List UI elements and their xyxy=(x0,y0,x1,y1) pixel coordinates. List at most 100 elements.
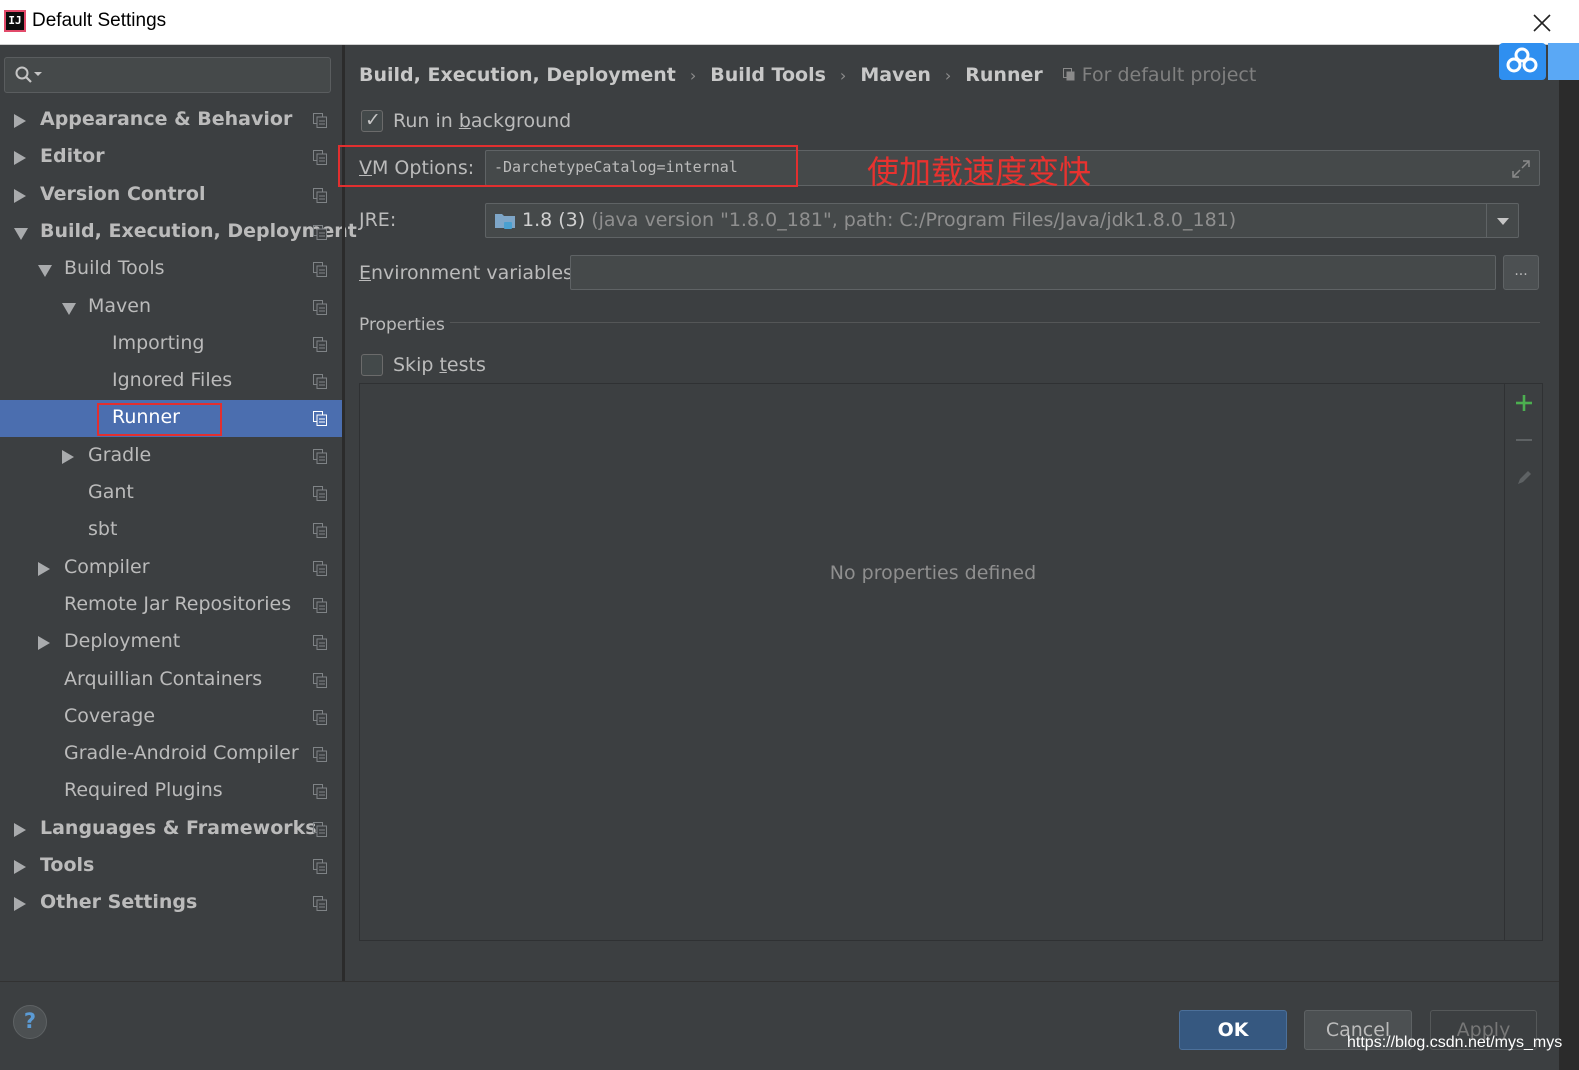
close-icon[interactable] xyxy=(1527,8,1557,38)
tree-item-label: Required Plugins xyxy=(64,779,223,802)
project-settings-icon xyxy=(313,896,327,912)
tree-item[interactable]: Appearance & Behavior xyxy=(0,102,342,139)
tree-item[interactable]: Ignored Files xyxy=(0,363,342,400)
tree-item-label: Gant xyxy=(88,481,134,503)
label-mnemonic: t xyxy=(439,354,447,376)
project-settings-icon xyxy=(313,448,327,464)
label-text: nvironment variables: xyxy=(371,262,580,284)
tree-item[interactable]: Version Control xyxy=(0,177,342,214)
project-settings-icon xyxy=(313,597,327,613)
tree-item[interactable]: Coverage xyxy=(0,699,342,736)
project-settings-icon xyxy=(313,747,327,763)
label-text: ackground xyxy=(470,110,572,132)
tree-item-label: Editor xyxy=(40,145,105,168)
jre-dropdown-button[interactable] xyxy=(1486,204,1518,237)
tree-item[interactable]: Maven xyxy=(0,289,342,326)
tree-item-label: Deployment xyxy=(64,630,181,653)
jre-select[interactable]: 1.8 (3) (java version "1.8.0_181", path:… xyxy=(485,203,1519,238)
project-settings-icon xyxy=(313,374,327,390)
breadcrumb-item: Build, Execution, Deployment xyxy=(359,64,676,86)
help-button[interactable]: ? xyxy=(13,1005,47,1039)
tree-item-label: Build Tools xyxy=(64,257,165,280)
jre-detail: (java version "1.8.0_181", path: C:/Prog… xyxy=(591,209,1237,231)
tree-item[interactable]: Other Settings xyxy=(0,885,342,922)
add-icon[interactable] xyxy=(1513,392,1535,414)
collapsed-arrow-icon[interactable] xyxy=(14,151,26,166)
project-settings-icon xyxy=(313,150,327,166)
tree-item[interactable]: Required Plugins xyxy=(0,773,342,810)
tree-item[interactable]: Gradle-Android Compiler xyxy=(0,736,342,773)
expanded-arrow-icon[interactable] xyxy=(38,265,52,278)
run-in-background-checkbox[interactable]: ✓ xyxy=(361,109,383,132)
project-settings-icon xyxy=(313,560,327,576)
tree-item[interactable]: Languages & Frameworks xyxy=(0,811,342,848)
collapsed-arrow-icon[interactable] xyxy=(14,188,26,203)
collapsed-arrow-icon[interactable] xyxy=(38,636,50,651)
remove-icon[interactable] xyxy=(1513,429,1535,451)
chevron-down-icon xyxy=(1497,218,1509,225)
label-mnemonic: b xyxy=(458,110,471,132)
cloud-widget-extension[interactable] xyxy=(1548,43,1579,80)
env-vars-browse-button[interactable]: ... xyxy=(1503,255,1539,290)
breadcrumb-item: Build Tools xyxy=(710,64,826,86)
project-settings-icon xyxy=(313,336,327,352)
project-settings-icon xyxy=(313,411,327,427)
collapsed-arrow-icon[interactable] xyxy=(38,561,50,576)
tree-item[interactable]: Build, Execution, Deployment xyxy=(0,214,357,251)
project-settings-icon xyxy=(313,859,327,874)
title-bar: IJ Default Settings xyxy=(0,0,1579,45)
tree-item[interactable]: Arquillian Containers xyxy=(0,662,342,699)
breadcrumb-separator: › xyxy=(944,66,952,85)
expand-icon[interactable] xyxy=(1511,159,1531,179)
background-ide-strip xyxy=(1559,45,1579,1070)
tree-item-label: Build, Execution, Deployment xyxy=(40,219,357,242)
tree-item[interactable]: Build Tools xyxy=(0,251,342,288)
collapsed-arrow-icon[interactable] xyxy=(14,897,26,912)
project-settings-icon xyxy=(313,224,327,240)
label-mnemonic: E xyxy=(359,262,372,284)
tree-item[interactable]: sbt xyxy=(0,512,342,549)
tree-item[interactable]: Tools xyxy=(0,848,342,885)
properties-toolbar xyxy=(1505,383,1543,941)
label-text: Run in xyxy=(393,110,459,132)
settings-search-input[interactable] xyxy=(4,57,331,93)
edit-pencil-icon[interactable] xyxy=(1513,467,1535,489)
tree-item-label: Ignored Files xyxy=(112,369,233,392)
cloud-icon xyxy=(1506,47,1538,73)
empty-state-text: No properties defined xyxy=(829,562,1037,584)
properties-table[interactable]: No properties defined xyxy=(359,383,1505,941)
breadcrumb-separator: › xyxy=(839,66,847,85)
cloud-widget-button[interactable] xyxy=(1499,43,1546,80)
expanded-arrow-icon[interactable] xyxy=(14,227,28,240)
expanded-arrow-icon[interactable] xyxy=(62,302,76,315)
tree-item-label: Languages & Frameworks xyxy=(40,816,317,839)
tree-item[interactable]: Gant xyxy=(0,475,342,512)
tree-item-label: Coverage xyxy=(64,704,156,727)
tree-item-label: Gradle-Android Compiler xyxy=(64,742,299,765)
label-text: Skip xyxy=(393,354,440,376)
skip-tests-checkbox[interactable] xyxy=(361,354,383,376)
project-settings-icon xyxy=(313,672,327,688)
project-settings-icon xyxy=(313,262,327,278)
tree-item[interactable]: Importing xyxy=(0,326,342,363)
collapsed-arrow-icon[interactable] xyxy=(14,822,26,837)
project-settings-icon xyxy=(313,486,327,501)
collapsed-arrow-icon[interactable] xyxy=(62,449,74,464)
tree-item[interactable]: Compiler xyxy=(0,550,342,587)
tree-item[interactable]: Editor xyxy=(0,139,342,176)
collapsed-arrow-icon[interactable] xyxy=(14,114,26,128)
tree-item-label: Tools xyxy=(40,854,95,876)
blog-watermark: https://blog.csdn.net/mys_mys xyxy=(1347,1034,1563,1051)
run-in-background-label[interactable]: Run in background xyxy=(393,110,571,132)
tree-item[interactable]: Deployment xyxy=(0,624,342,661)
tree-item[interactable]: Gradle xyxy=(0,438,342,475)
tree-item-label: sbt xyxy=(88,518,118,541)
skip-tests-label[interactable]: Skip tests xyxy=(393,354,486,376)
project-settings-icon xyxy=(313,113,327,128)
env-vars-input[interactable] xyxy=(570,255,1496,290)
label-text: ests xyxy=(446,354,486,376)
collapsed-arrow-icon[interactable] xyxy=(14,860,26,874)
properties-section-title: Properties xyxy=(359,315,445,335)
tree-item[interactable]: Remote Jar Repositories xyxy=(0,587,342,624)
ok-button[interactable]: OK xyxy=(1179,1010,1287,1050)
